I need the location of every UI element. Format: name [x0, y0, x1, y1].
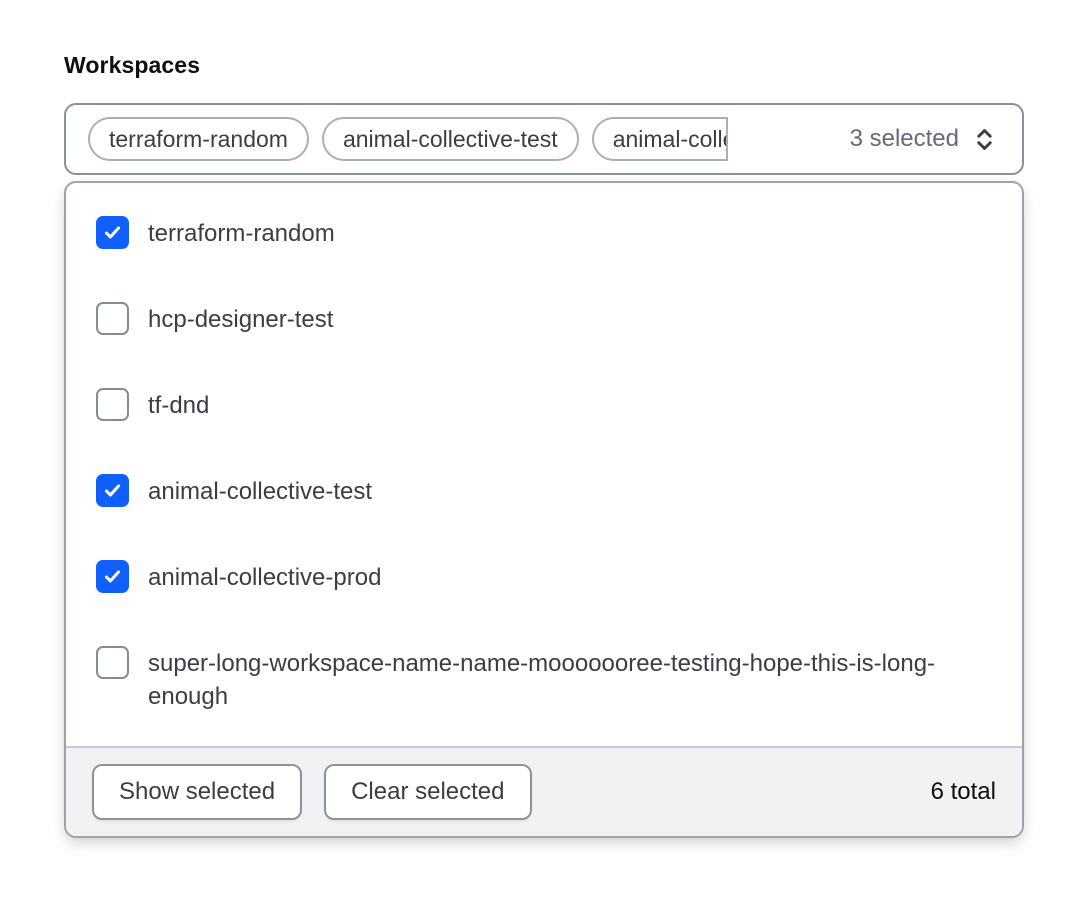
selected-tags: terraform-random animal-collective-test … — [88, 117, 728, 161]
list-item[interactable]: animal-collective-prod — [66, 534, 1022, 620]
option-label: tf-dnd — [148, 388, 209, 422]
checkbox-icon[interactable] — [96, 560, 129, 593]
option-label: super-long-workspace-name-name-moooooore… — [148, 646, 996, 713]
tag-pill[interactable]: terraform-random — [88, 117, 309, 161]
list-item[interactable]: animal-collective-test — [66, 448, 1022, 534]
checkbox-icon[interactable] — [96, 302, 129, 335]
checkbox-icon[interactable] — [96, 388, 129, 421]
tag-pill-truncated[interactable]: animal-collective-prod — [592, 117, 728, 161]
trigger-right: 3 selected — [850, 125, 998, 153]
option-label: animal-collective-test — [148, 474, 372, 508]
list-item[interactable]: super-long-workspace-name-name-moooooore… — [66, 620, 1022, 739]
clear-selected-button[interactable]: Clear selected — [324, 764, 531, 820]
multiselect-dropdown: terraform-random hcp-designer-test tf-dn… — [64, 181, 1024, 838]
total-count: 6 total — [931, 778, 996, 806]
option-label: hcp-designer-test — [148, 302, 333, 336]
checkbox-icon[interactable] — [96, 474, 129, 507]
caret-up-down-icon[interactable] — [971, 126, 998, 153]
list-item[interactable]: terraform-random — [66, 190, 1022, 276]
dropdown-footer: Show selected Clear selected 6 total — [66, 746, 1022, 836]
workspaces-multiselect: Workspaces terraform-random animal-colle… — [0, 0, 1088, 838]
option-label: animal-collective-prod — [148, 560, 381, 594]
tag-pill[interactable]: animal-collective-test — [322, 117, 579, 161]
show-selected-button[interactable]: Show selected — [92, 764, 302, 820]
list-item[interactable]: tf-dnd — [66, 362, 1022, 448]
selected-count: 3 selected — [850, 125, 959, 153]
checkbox-icon[interactable] — [96, 216, 129, 249]
checkbox-icon[interactable] — [96, 646, 129, 679]
field-label: Workspaces — [64, 52, 1024, 79]
multiselect-trigger[interactable]: terraform-random animal-collective-test … — [64, 103, 1024, 175]
list-item[interactable]: hcp-designer-test — [66, 276, 1022, 362]
options-list: terraform-random hcp-designer-test tf-dn… — [66, 183, 1022, 746]
option-label: terraform-random — [148, 216, 335, 250]
